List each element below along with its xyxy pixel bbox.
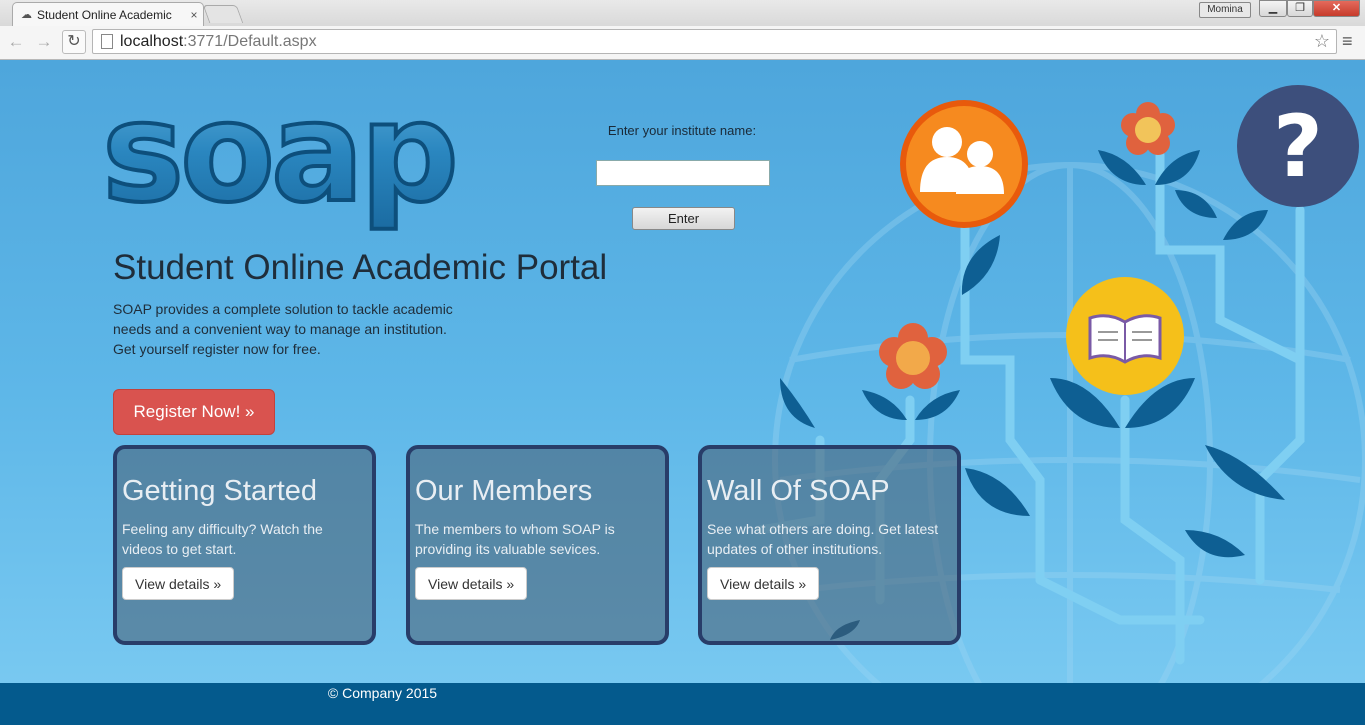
tab-close-icon[interactable]: × — [185, 8, 203, 22]
back-arrow-icon[interactable]: ← — [6, 32, 26, 52]
question-icon: ? — [1237, 85, 1359, 207]
address-bar[interactable]: localhost:3771/Default.aspx ☆ — [92, 29, 1337, 54]
profile-badge[interactable]: Momina — [1199, 2, 1251, 18]
institute-name-input[interactable] — [596, 160, 770, 186]
book-icon — [1066, 277, 1184, 395]
our-members-card: Our Members The members to whom SOAP is … — [406, 445, 669, 645]
tab-title: Student Online Academic — [37, 7, 172, 22]
page-icon — [101, 34, 113, 49]
card-text: See what others are doing. Get latest up… — [707, 521, 939, 557]
wall-of-soap-card: Wall Of SOAP See what others are doing. … — [698, 445, 961, 645]
view-details-button[interactable]: View details » — [415, 567, 528, 600]
soap-logo: soap — [100, 88, 461, 233]
url-path: :3771/Default.aspx — [183, 33, 317, 50]
url-host: localhost — [120, 33, 184, 50]
view-details-button[interactable]: View details » — [707, 567, 820, 600]
card-text: Feeling any difficulty? Watch the videos… — [122, 521, 323, 557]
card-title: Getting Started — [122, 475, 318, 507]
getting-started-card: Getting Started Feeling any difficulty? … — [113, 445, 376, 645]
card-title: Our Members — [415, 475, 593, 507]
view-details-button[interactable]: View details » — [122, 567, 235, 600]
reload-icon[interactable]: ↻ — [62, 30, 86, 54]
forward-arrow-icon[interactable]: → — [34, 32, 54, 52]
card-text: The members to whom SOAP is providing it… — [415, 521, 615, 557]
close-window-button[interactable]: ✕ — [1313, 0, 1360, 17]
url-text[interactable]: localhost:3771/Default.aspx — [120, 33, 317, 51]
tab-strip: ☁ Student Online Academic × Momina ▁ ❐ ✕ — [0, 0, 1365, 26]
browser-tab[interactable]: ☁ Student Online Academic × — [12, 2, 204, 26]
svg-text:?: ? — [1273, 97, 1323, 197]
page-title: Student Online Academic Portal — [113, 248, 608, 287]
menu-icon[interactable]: ≡ — [1342, 31, 1353, 52]
browser-toolbar: ← → ↻ localhost:3771/Default.aspx ☆ ≡ — [0, 26, 1365, 60]
copyright-text: © Company 2015 — [327, 685, 438, 701]
institute-label: Enter your institute name: — [607, 123, 757, 138]
card-title: Wall Of SOAP — [707, 475, 890, 507]
register-now-button[interactable]: Register Now! » — [113, 389, 275, 435]
hero-description: SOAP provides a complete solution to tac… — [113, 301, 453, 357]
enter-button[interactable]: Enter — [632, 207, 735, 230]
footer: © Company 2015 — [0, 683, 1365, 725]
new-tab-button[interactable] — [202, 5, 244, 23]
cloud-favicon-icon: ☁ — [21, 9, 32, 21]
page-content: ? soap Enter your institute name: Enter … — [0, 60, 1365, 725]
maximize-button[interactable]: ❐ — [1287, 0, 1313, 17]
users-icon — [900, 100, 1028, 228]
logo-text: soap — [102, 88, 455, 233]
star-icon[interactable]: ☆ — [1314, 31, 1330, 52]
minimize-button[interactable]: ▁ — [1259, 0, 1287, 17]
